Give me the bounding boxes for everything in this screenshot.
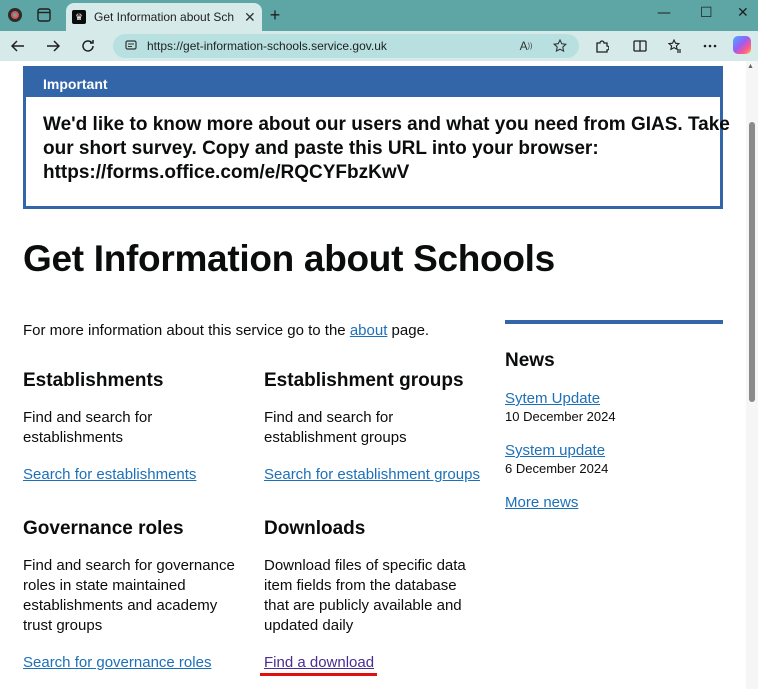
browser-tab-bar: ♛ Get Information about Schools - G ✕ + …	[0, 0, 758, 31]
desc-line: establishments and academy	[23, 597, 218, 614]
desc-line: Find and search for	[264, 409, 394, 426]
desc-line: establishment groups	[264, 429, 407, 446]
gov-crown-favicon-icon: ♛	[72, 10, 86, 24]
more-dots-icon[interactable]	[699, 36, 721, 56]
back-arrow-icon[interactable]	[7, 36, 29, 56]
extensions-icon[interactable]	[591, 36, 613, 56]
about-link[interactable]: about	[350, 322, 388, 339]
highlight-underline	[260, 673, 377, 676]
new-tab-button[interactable]: +	[264, 4, 286, 26]
close-window-button[interactable]: ✕	[737, 5, 749, 21]
downloads-description: Download files of specific data item fie…	[264, 556, 484, 636]
establishments-description: Find and search for establishments	[23, 408, 243, 448]
desc-line: Find and search for	[23, 409, 153, 426]
governance-roles-heading: Governance roles	[23, 518, 184, 539]
intro-text: For more information about this service …	[23, 322, 429, 339]
banner-line: We'd like to know more about our users a…	[43, 114, 730, 135]
search-governance-roles-link[interactable]: Search for governance roles	[23, 654, 211, 671]
url-text[interactable]: https://get-information-schools.service.…	[147, 39, 387, 53]
intro-text-after: page.	[387, 322, 430, 339]
desc-line: trust groups	[23, 617, 103, 634]
address-bar[interactable]: https://get-information-schools.service.…	[113, 34, 579, 58]
desc-line: that are publicly available and	[264, 597, 462, 614]
establishment-groups-description: Find and search for establishment groups	[264, 408, 484, 448]
copilot-icon[interactable]	[733, 36, 751, 54]
downloads-heading: Downloads	[264, 518, 366, 539]
banner-line: https://forms.office.com/e/RQCYFbzKwV	[43, 162, 410, 183]
minimize-button[interactable]: —	[657, 5, 671, 21]
banner-line: our short survey. Copy and paste this UR…	[43, 138, 599, 159]
page-title: Get Information about Schools	[23, 238, 555, 279]
news-item-date: 10 December 2024	[505, 409, 616, 424]
news-item-link[interactable]: System update	[505, 442, 605, 459]
search-establishments-link[interactable]: Search for establishments	[23, 466, 196, 483]
profile-icon[interactable]	[4, 4, 26, 26]
desc-line: Find and search for governance	[23, 557, 235, 574]
desc-line: updated daily	[264, 617, 354, 634]
news-item-link[interactable]: Sytem Update	[505, 390, 600, 407]
important-banner: Important We'd like to know more about o…	[23, 66, 730, 209]
read-aloud-icon[interactable]: A))	[515, 34, 537, 58]
workspaces-icon[interactable]	[33, 4, 55, 26]
news-divider	[505, 320, 723, 324]
news-item-date: 6 December 2024	[505, 461, 609, 476]
tab-title: Get Information about Schools - G	[94, 10, 234, 24]
maximize-button[interactable]: ☐	[700, 5, 713, 21]
split-screen-icon[interactable]	[629, 36, 651, 56]
scroll-up-arrow-icon[interactable]: ▲	[747, 63, 754, 70]
important-banner-heading: Important	[26, 69, 720, 97]
refresh-icon[interactable]	[77, 36, 99, 56]
favorite-star-icon[interactable]	[549, 34, 571, 58]
governance-roles-description: Find and search for governance roles in …	[23, 556, 243, 636]
establishments-heading: Establishments	[23, 370, 164, 391]
favorites-icon[interactable]	[664, 36, 686, 56]
desc-line: item fields from the database	[264, 577, 457, 594]
establishment-groups-heading: Establishment groups	[264, 370, 464, 391]
news-heading: News	[505, 350, 555, 371]
more-news-link[interactable]: More news	[505, 494, 578, 511]
intro-text-before: For more information about this service …	[23, 322, 350, 339]
desc-line: Download files of specific data	[264, 557, 466, 574]
desc-line: establishments	[23, 429, 124, 446]
tab-close-icon[interactable]: ✕	[244, 9, 256, 26]
forward-arrow-icon[interactable]	[42, 36, 64, 56]
site-info-icon[interactable]	[125, 39, 137, 54]
important-banner-body: We'd like to know more about our users a…	[26, 97, 730, 185]
browser-toolbar: https://get-information-schools.service.…	[0, 31, 758, 61]
desc-line: roles in state maintained	[23, 577, 186, 594]
scrollbar-thumb[interactable]	[749, 122, 755, 402]
search-establishment-groups-link[interactable]: Search for establishment groups	[264, 466, 480, 483]
browser-tab-active[interactable]: ♛ Get Information about Schools - G ✕	[66, 3, 262, 31]
find-a-download-link[interactable]: Find a download	[264, 654, 374, 671]
